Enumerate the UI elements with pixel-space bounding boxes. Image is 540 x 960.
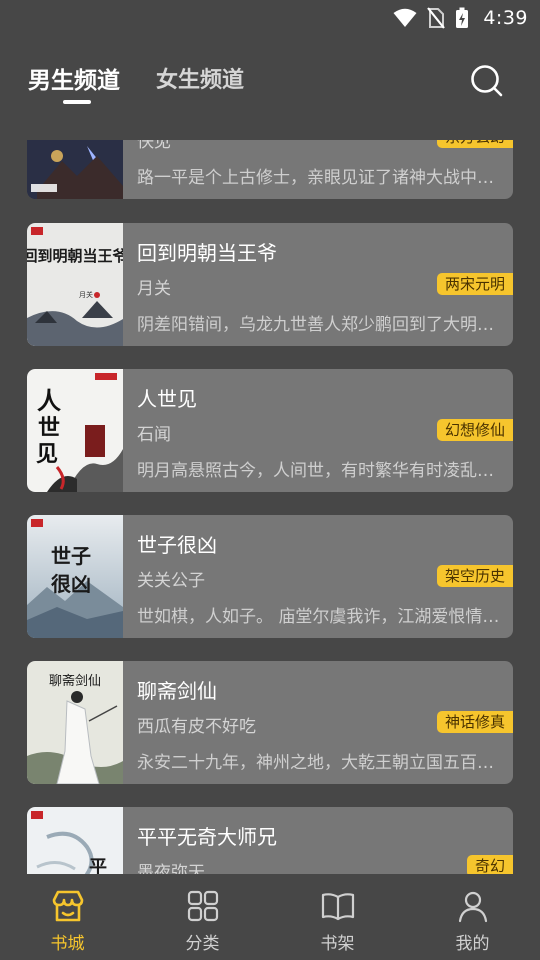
genre-tag: 神话修真: [436, 711, 513, 733]
book-cover: 世子 很凶: [27, 515, 123, 638]
book-title: 世子很凶: [137, 533, 217, 557]
status-time: 4:39: [483, 7, 528, 29]
wifi-icon: [393, 8, 417, 28]
cover-title-text: 人: [37, 386, 61, 415]
search-button[interactable]: [470, 64, 504, 98]
status-bar: 4:39: [0, 0, 540, 36]
book-cover: 人 世 见: [27, 369, 123, 492]
tab-female-channel[interactable]: 女生频道: [156, 58, 244, 108]
book-author: 墨夜弥天: [137, 863, 205, 874]
genre-tag: 东方玄幻: [436, 140, 513, 148]
nav-label: 我的: [455, 934, 490, 954]
store-icon: [52, 890, 83, 922]
svg-text:很凶: 很凶: [51, 572, 91, 596]
book-description: 世如棋，人如子。 庙堂尔虞我诈，江湖爱恨情…: [137, 607, 500, 627]
nav-label: 书架: [320, 934, 355, 954]
nav-label: 分类: [185, 934, 220, 954]
battery-charging-icon: [455, 7, 469, 29]
active-tab-indicator: [63, 100, 91, 104]
book-card[interactable]: 人 世 见 人世见 石闻 幻想修仙 明月高悬照古今，人间世，有时繁华有时凌乱…: [27, 369, 513, 492]
book-author: 月关: [137, 279, 171, 299]
book-description: 路一平是个上古修士，亲眼见证了诸神大战中…: [137, 168, 494, 188]
book-cover: 回到明朝当王爷 月关: [27, 223, 123, 346]
user-icon: [458, 891, 487, 923]
status-icons: 4:39: [393, 0, 528, 36]
book-icon: [321, 893, 354, 921]
book-card[interactable]: 佚见 东方玄幻 路一平是个上古修士，亲眼见证了诸神大战中…: [27, 140, 513, 199]
book-author: 关关公子: [137, 571, 205, 591]
book-author: 佚见: [137, 140, 171, 152]
cover-author-text: 月关: [79, 290, 93, 299]
channel-tabs: 男生频道 女生频道: [28, 58, 244, 108]
nav-label: 书城: [50, 934, 85, 954]
cover-title-text: 回到明朝当王爷: [27, 247, 123, 265]
book-title: 人世见: [137, 387, 197, 411]
svg-text:聊斋剑仙: 聊斋剑仙: [49, 673, 101, 689]
genre-tag: 幻想修仙: [436, 419, 513, 441]
book-card[interactable]: 回到明朝当王爷 月关 回到明朝当王爷 月关 两宋元明 阴差阳错间，乌龙九世善人郑…: [27, 223, 513, 346]
nav-item-category[interactable]: 分类: [135, 874, 270, 960]
cover-title-text: 平: [89, 857, 107, 874]
bottom-nav: 书城 分类 书架 我的: [0, 874, 540, 960]
book-cover: [27, 140, 123, 199]
genre-tag: 架空历史: [436, 565, 513, 587]
genre-tag: 两宋元明: [436, 273, 513, 295]
book-description: 永安二十九年，神州之地，大乾王朝立国五百…: [137, 753, 494, 773]
book-card[interactable]: 聊斋剑仙 聊斋剑仙 西瓜有皮不好吃 神话修真 永安二十九年，神州之地，大乾王朝立…: [27, 661, 513, 784]
nav-item-bookshelf[interactable]: 书架: [270, 874, 405, 960]
book-title: 回到明朝当王爷: [137, 241, 277, 265]
book-card[interactable]: 世子 很凶 世子很凶 关关公子 架空历史 世如棋，人如子。 庙堂尔虞我诈，江湖爱…: [27, 515, 513, 638]
search-icon: [471, 65, 503, 97]
book-description: 明月高悬照古今，人间世，有时繁华有时凌乱…: [137, 461, 494, 481]
app-screen: 4:39 男生频道 女生频道 佚见 东方玄幻: [0, 0, 540, 960]
book-description: 阴差阳错间，乌龙九世善人郑少鹏回到了大明…: [137, 315, 494, 335]
svg-text:世子: 世子: [51, 544, 91, 568]
svg-text:见: 见: [36, 441, 58, 467]
no-sim-icon: [427, 7, 446, 29]
book-title: 聊斋剑仙: [137, 679, 217, 703]
book-author: 西瓜有皮不好吃: [137, 717, 256, 737]
nav-item-profile[interactable]: 我的: [405, 874, 540, 960]
book-author: 石闻: [137, 425, 171, 445]
grid-icon: [187, 890, 218, 922]
book-list[interactable]: 佚见 东方玄幻 路一平是个上古修士，亲眼见证了诸神大战中… 回到明朝当王爷 月关…: [0, 140, 540, 874]
book-card[interactable]: 平 平平无奇大师兄 墨夜弥天 奇幻: [27, 807, 513, 874]
book-cover: 平: [27, 807, 123, 874]
genre-tag: 奇幻: [466, 855, 513, 874]
book-title: 平平无奇大师兄: [137, 825, 277, 849]
svg-text:世: 世: [38, 415, 60, 441]
nav-item-bookstore[interactable]: 书城: [0, 874, 135, 960]
book-cover: 聊斋剑仙: [27, 661, 123, 784]
